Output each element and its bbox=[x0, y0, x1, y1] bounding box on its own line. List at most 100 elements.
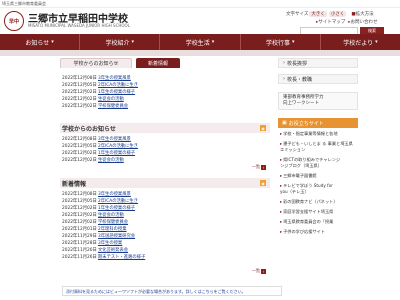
news-date: 2022年12月02日 bbox=[62, 103, 97, 109]
global-nav: お知らせ ▾ 学校紹介 ▾ 学校生活 ▾ 学校行事 ▾ 学校だより ▾ bbox=[0, 34, 400, 50]
logo-text: 早中 bbox=[8, 18, 19, 25]
news-date: 2022年12月08日 bbox=[62, 75, 97, 81]
news-link[interactable]: 生徒会の活動 bbox=[98, 96, 124, 102]
news-link[interactable]: 3年生の授業風景 bbox=[98, 136, 131, 142]
news-link[interactable]: 2年ICAの活動に生き bbox=[98, 198, 138, 204]
sidebar-link-text: 彩の国教育ナビ（パネット） bbox=[283, 199, 338, 204]
nav-item-newsletter[interactable]: 学校だより ▾ bbox=[321, 34, 400, 50]
zoom-link[interactable]: 拡大方法 bbox=[356, 11, 374, 17]
news-link[interactable]: 3年生の授業風景 bbox=[98, 75, 131, 81]
font-small-button[interactable]: 小さく bbox=[328, 11, 347, 17]
news-date: 2022年12月08日 bbox=[62, 136, 97, 142]
sidebar-link[interactable]: ▸テレビで学ぼう Study for bbox=[280, 183, 358, 188]
news-link[interactable]: 1年生の授業の様子 bbox=[98, 89, 135, 95]
list-item: 2022年12月02日 学校保健委員会 bbox=[62, 102, 267, 109]
font-large-button[interactable]: 大きく bbox=[309, 11, 327, 17]
bullet-icon: ▸ bbox=[280, 183, 283, 188]
sidebar-link[interactable]: ▸県ICTの取り組みでチャレンジ bbox=[280, 157, 358, 162]
news-link[interactable]: 2年ICAの活動に生き bbox=[98, 82, 138, 88]
news-date: 2022年12月02日 bbox=[62, 157, 97, 163]
section-title-school-news: 学校からのお知らせ ◉ bbox=[60, 123, 270, 133]
list-item: 2022年12月02日 学校保健委員会 bbox=[62, 218, 267, 225]
news-link[interactable]: 1年生の授業の様子 bbox=[98, 205, 135, 211]
arrow-right-icon: › bbox=[261, 164, 266, 170]
more-link[interactable]: 一覧 › bbox=[252, 268, 266, 274]
news-date: 2022年12月01日 bbox=[62, 226, 97, 232]
news-link[interactable]: 3年生の授業 bbox=[98, 240, 122, 246]
sidebar-link[interactable]: ンジブログ（埼玉県） bbox=[280, 163, 358, 168]
chevron-down-icon: ▾ bbox=[131, 39, 135, 45]
sidebar-link-text: 県ICTの取り組みでチャレンジ bbox=[283, 157, 341, 162]
sidebar-link[interactable]: ▸埼玉県教育委員会の「授業 bbox=[280, 219, 358, 224]
chevron-right-icon: › bbox=[283, 60, 285, 66]
list-item: 2022年12月08日 3年生の授業風景 bbox=[62, 190, 267, 197]
news-link[interactable]: 3年生の授業風景 bbox=[98, 191, 131, 197]
sidebar-link[interactable]: ▸運子ども・いしとま る 事業と埼玉県 bbox=[280, 141, 358, 146]
nav-item-life[interactable]: 学校生活 ▾ bbox=[160, 34, 241, 50]
font-size-row: 文字サイズ 大きく 小さく ■ 拡大方法 bbox=[286, 11, 374, 17]
sidebar-link[interactable]: ▸三郷市電子図書館 bbox=[280, 173, 358, 178]
news-link[interactable]: 2年理科の授業 bbox=[98, 226, 127, 232]
org-name: 埼玉県三郷市教育委員会 bbox=[2, 1, 46, 6]
viewer-notice[interactable]: 添付資料を見るためにはビューワソフトが必要な場合があります。詳しくはこちらをご覧… bbox=[62, 286, 282, 296]
news-link[interactable]: 1年生の授業の様子 bbox=[98, 150, 135, 156]
contact-link[interactable]: お問い合わせ bbox=[351, 19, 378, 25]
news-link[interactable]: 文化芸術発表会 bbox=[98, 247, 128, 253]
more-label: 一覧 bbox=[252, 164, 260, 169]
sidebar-link[interactable]: ▸彩の国教育ナビ（パネット） bbox=[280, 199, 358, 204]
font-size-label: 文字サイズ bbox=[286, 12, 309, 17]
sidebar-link[interactable]: ▸家庭学習支援サイト埼玉県 bbox=[280, 209, 358, 214]
sidebar-link-text: 家庭学習支援サイト埼玉県 bbox=[283, 209, 334, 214]
nav-item-news[interactable]: お知らせ ▾ bbox=[0, 34, 81, 50]
news-link[interactable]: 学校保健委員会 bbox=[98, 219, 128, 225]
sidebar-link-text: 埼玉県教育委員会の「授業 bbox=[283, 219, 334, 224]
list-item: 2022年12月02日 1年生の授業の様子 bbox=[62, 149, 267, 156]
tab-school-news[interactable]: 学校からのお知らせ bbox=[60, 58, 132, 68]
sidebar-link[interactable]: ▸学校・指定事業等情報と各地 bbox=[280, 131, 358, 136]
nav-label: 学校生活 bbox=[185, 39, 210, 47]
bullet-icon: ▸ bbox=[280, 219, 283, 224]
news-link[interactable]: 学校保健委員会 bbox=[98, 103, 128, 109]
news-link[interactable]: 生徒会の活動 bbox=[98, 212, 124, 218]
nav-label: 学校紹介 bbox=[105, 39, 130, 47]
sidebar-label: 校長・教職 bbox=[287, 76, 313, 83]
news-date: 2022年12月02日 bbox=[62, 219, 97, 225]
news-date: 2022年12月05日 bbox=[62, 198, 97, 204]
nav-label: 学校だより bbox=[343, 39, 374, 47]
sidebar-link-text: ンジブログ（埼玉県） bbox=[280, 163, 322, 168]
more-link[interactable]: 一覧 › bbox=[252, 164, 266, 170]
sidebar-item-principal[interactable]: › 校長挨拶 bbox=[278, 58, 358, 68]
rss-icon[interactable]: ◉ bbox=[260, 180, 266, 186]
bullet-icon: ▸ bbox=[280, 131, 283, 136]
bullet-icon: ▸ bbox=[280, 229, 283, 234]
rss-icon[interactable]: ◉ bbox=[260, 125, 266, 131]
sidebar-link[interactable]: エミッション bbox=[280, 147, 358, 152]
sidebar-link-text: テレビで学ぼう Study for bbox=[283, 183, 333, 188]
more-label: 一覧 bbox=[252, 268, 260, 273]
list-item: 2022年12月02日 生徒会の活動 bbox=[62, 95, 267, 102]
sidebar-item-staff[interactable]: › 校長・教職 bbox=[278, 74, 358, 84]
list-item: 2022年11月29日 3年国語授業研究会 bbox=[62, 232, 267, 239]
sitemap-link[interactable]: サイトマップ bbox=[318, 19, 345, 25]
sidebar-link[interactable]: you（テレ玉） bbox=[280, 189, 358, 194]
school-name-en: MISATO MUNICIPAL WASEDA JUNIOR HIGH SCHO… bbox=[28, 23, 130, 28]
news-link[interactable]: 2年ICAの活動に生き bbox=[98, 143, 138, 149]
sidebar-link-text: 運子ども・いしとま る 事業と埼玉県 bbox=[283, 141, 353, 146]
news-date: 2022年12月02日 bbox=[62, 205, 97, 211]
sidebar-link[interactable]: ▸子供の学び応援サイト bbox=[280, 229, 358, 234]
tab-new-info[interactable]: 新着情報 bbox=[136, 58, 180, 68]
news-link[interactable]: 生徒会の活動 bbox=[98, 157, 124, 163]
school-logo-icon[interactable]: 早中 bbox=[4, 11, 24, 31]
list-item: 2022年12月02日 1年生の授業の様子 bbox=[62, 204, 267, 211]
list-item: 2022年11月26日 期末テスト・進路の様子 bbox=[62, 253, 267, 260]
sidebar-item-worksheet[interactable]: 東部教育事務所学力 向上ワークシート bbox=[278, 92, 358, 110]
nav-sub-bar bbox=[0, 50, 400, 56]
chevron-down-icon: ▾ bbox=[291, 39, 295, 45]
news-link[interactable]: 期末テスト・進路の様子 bbox=[98, 254, 145, 260]
nav-item-about[interactable]: 学校紹介 ▾ bbox=[80, 34, 161, 50]
news-date: 2022年12月02日 bbox=[62, 212, 97, 218]
sidebar-label: 校長挨拶 bbox=[287, 60, 308, 67]
news-link[interactable]: 3年国語授業研究会 bbox=[98, 233, 135, 239]
bullet-icon: ▸ bbox=[280, 141, 283, 146]
nav-item-events[interactable]: 学校行事 ▾ bbox=[241, 34, 321, 50]
